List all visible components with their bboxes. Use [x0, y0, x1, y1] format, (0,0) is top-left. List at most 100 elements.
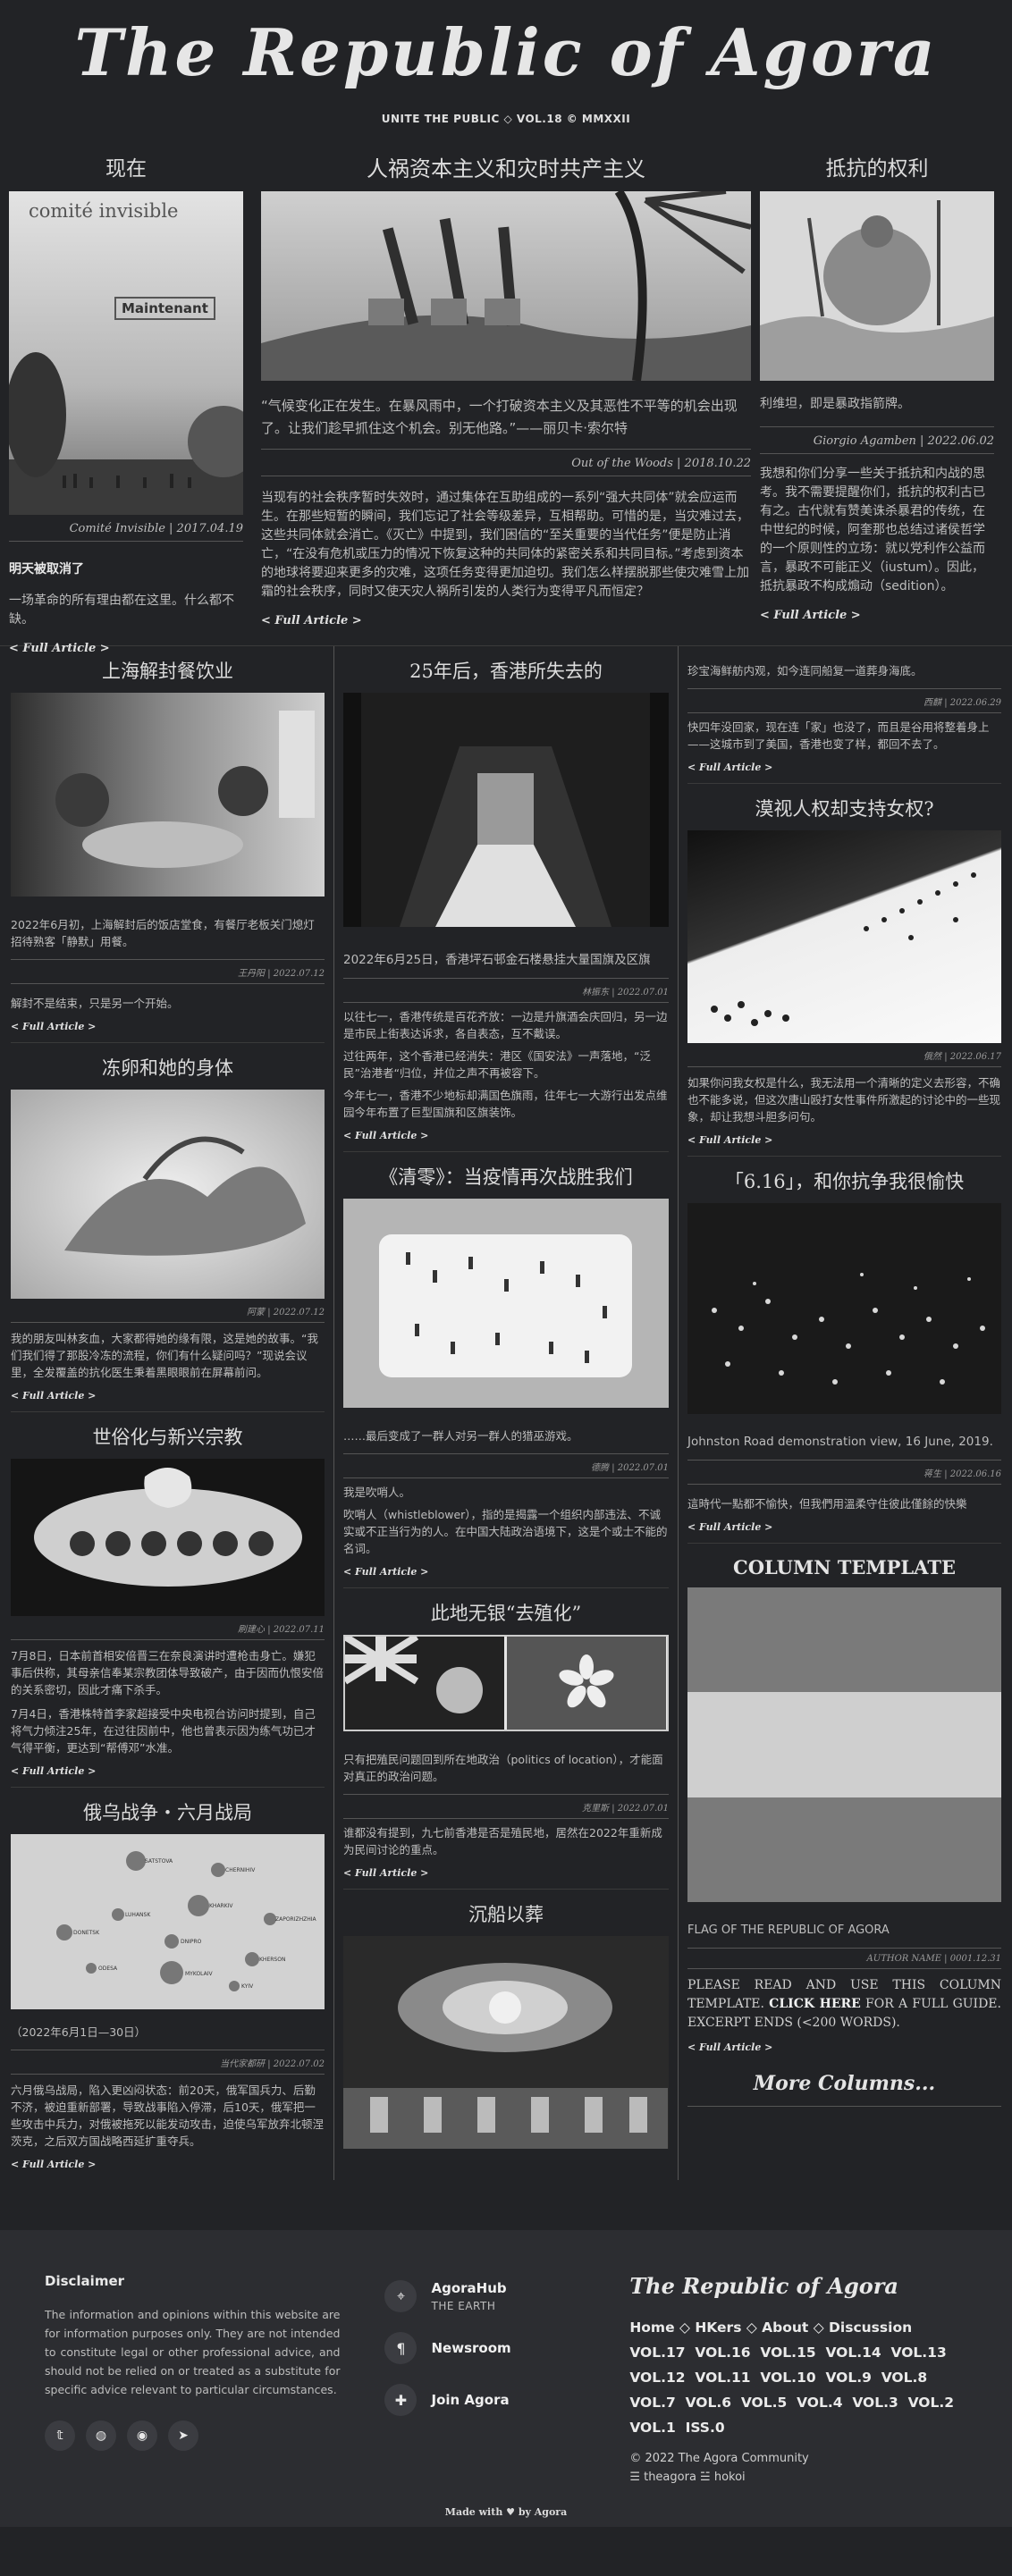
mask-image[interactable]	[343, 1199, 669, 1408]
illustration-image[interactable]	[11, 1090, 325, 1299]
github-icon[interactable]: ◍	[86, 2420, 116, 2451]
article-title[interactable]: 抵抗的权利	[760, 156, 994, 182]
restaurant-scene	[55, 711, 315, 868]
more-columns-link[interactable]: More Columns...	[687, 2072, 1001, 2107]
full-article-link[interactable]: < Full Article >	[11, 1765, 96, 1777]
article-byline: 西麒 | 2022.06.29	[687, 688, 1001, 713]
credit-text[interactable]: ☰ theagora ☱ hokoi	[629, 2468, 967, 2487]
join-agora-link[interactable]: ✚ Join Agora	[384, 2384, 629, 2416]
full-article-link[interactable]: < Full Article >	[11, 1390, 96, 1402]
article-title[interactable]: 《清零》：当疫情再次战胜我们	[343, 1165, 669, 1190]
full-article-link[interactable]: < Full Article >	[760, 609, 861, 622]
article-excerpt-3: 今年七一，香港不少地标却满国色旗雨，往年七一大游行出发点维园今年布置了巨型国旗和…	[343, 1089, 668, 1119]
article-card: 珍宝海鲜舫内观，如今连同船复一道葬身海底。 西麒 | 2022.06.29 快四…	[687, 662, 1001, 784]
guide-link[interactable]: CLICK HERE	[769, 1997, 861, 2011]
full-article-link[interactable]: < Full Article >	[687, 1134, 772, 1146]
flags-image[interactable]	[343, 1635, 669, 1731]
vol-link[interactable]: VOL.14	[825, 2344, 881, 2361]
article-headline[interactable]: 明天被取消了	[9, 560, 243, 577]
article-title[interactable]: 沉船以葬	[343, 1902, 669, 1927]
vol-link[interactable]: VOL.16	[695, 2344, 750, 2361]
article-title[interactable]: 现在	[9, 156, 243, 182]
full-article-link[interactable]: < Full Article >	[343, 1130, 428, 1141]
article-excerpt: 7月8日，日本前首相安倍晋三在奈良演讲时遭枪击身亡。嫌犯事后供称，其母亲信奉某宗…	[11, 1649, 325, 1696]
restaurant-photo[interactable]	[11, 693, 325, 897]
article-image[interactable]	[261, 191, 751, 381]
disclaimer-text: The information and opinions within this…	[45, 2308, 341, 2396]
skulls-image[interactable]	[11, 1459, 325, 1616]
vol-link[interactable]: VOL.11	[695, 2370, 750, 2386]
vol-link[interactable]: VOL.10	[760, 2370, 815, 2386]
full-article-link[interactable]: < Full Article >	[343, 1566, 428, 1578]
footer-brand[interactable]: The Republic of Agora	[629, 2273, 967, 2299]
paragraph-icon: ¶	[384, 2332, 417, 2364]
article-title[interactable]: 人祸资本主义和灾时共产主义	[261, 156, 751, 182]
article-title[interactable]: 此地无银“去殖化”	[343, 1601, 669, 1626]
vol-link[interactable]: VOL.8	[881, 2370, 927, 2386]
vol-link[interactable]: VOL.17	[629, 2344, 685, 2361]
newsroom-link[interactable]: ¶ Newsroom	[384, 2332, 629, 2364]
reddit-icon[interactable]: ◉	[127, 2420, 157, 2451]
article-excerpt: 我想和你们分享一些关于抵抗和内战的思考。我不需要提醒你们，抵抗的权利古已有之。古…	[760, 467, 985, 593]
full-article-link[interactable]: < Full Article >	[11, 2159, 96, 2170]
article-excerpt: 谁都没有提到，九七前香港是否是殖民地，居然在2022年重新成为民间讨论的重点。	[343, 1826, 662, 1856]
article-title[interactable]: 冻卵和她的身体	[11, 1056, 325, 1081]
article-excerpt-2: 吹哨人（whistleblower），指的是揭露一个组织内部违法、不诚实或不正当…	[343, 1508, 668, 1555]
vol-link[interactable]: VOL.9	[825, 2370, 871, 2386]
full-article-link[interactable]: < Full Article >	[687, 2041, 772, 2053]
article-title[interactable]: 上海解封餐饮业	[11, 659, 325, 684]
twitter-icon[interactable]: 𝕥	[45, 2420, 75, 2451]
map-label: ODESA	[98, 1966, 118, 1972]
vol-link[interactable]: VOL.7	[629, 2395, 675, 2411]
map-label: CHERNIHIV	[225, 1867, 256, 1873]
article-excerpt: 如果你问我女权是什么，我无法用一个清晰的定义去形容，不确也不能多说，但这次唐山殴…	[687, 1076, 1001, 1124]
full-article-link[interactable]: < Full Article >	[11, 1021, 96, 1032]
site-footer: Disclaimer The information and opinions …	[0, 2230, 1012, 2527]
full-article-link[interactable]: < Full Article >	[343, 1867, 428, 1879]
tunnel-photo[interactable]	[343, 693, 669, 927]
article-card: 25年后，香港所失去的 2022年6月25日，香港坪石邨金石楼悬挂大量国旗及区旗…	[343, 659, 669, 1152]
site-title[interactable]: The Republic of Agora	[0, 13, 1012, 93]
nav-about[interactable]: About	[762, 2319, 808, 2336]
vol-link[interactable]: VOL.12	[629, 2370, 685, 2386]
article-title[interactable]: 25年后，香港所失去的	[343, 659, 669, 684]
candle-vigil-photo[interactable]	[687, 1203, 1001, 1414]
agora-flag-image[interactable]	[687, 1587, 1001, 1902]
vol-link[interactable]: VOL.3	[852, 2395, 898, 2411]
article-excerpt: 我的朋友叫林亥血，大家都得她的缘有限，这是她的故事。“我们我们得了那股冷冻的流程…	[11, 1332, 318, 1379]
vol-link[interactable]: VOL.4	[797, 2395, 842, 2411]
article-title[interactable]: 世俗化与新兴宗教	[11, 1425, 325, 1450]
war-map-image[interactable]: SATSTOVA CHERNIHIV KHARKIV LUHANSK DONET…	[11, 1834, 325, 2009]
map-label: DONETSK	[73, 1930, 100, 1936]
article-title[interactable]: 俄乌战争・六月战局	[11, 1800, 325, 1825]
vol-link[interactable]: VOL.6	[686, 2395, 731, 2411]
vol-link[interactable]: VOL.13	[891, 2344, 947, 2361]
vol-link[interactable]: VOL.2	[908, 2395, 954, 2411]
full-article-link[interactable]: < Full Article >	[687, 1521, 772, 1533]
article-title[interactable]: 漠视人权却支持女权?	[687, 796, 1001, 821]
nav-hkers[interactable]: HKers	[695, 2319, 741, 2336]
nav-discussion[interactable]: Discussion	[829, 2319, 912, 2336]
nav-home[interactable]: Home	[629, 2319, 674, 2336]
column-template-title[interactable]: COLUMN TEMPLATE	[687, 1556, 1001, 1578]
ship-interior-photo[interactable]	[343, 1936, 669, 2149]
page: The Republic of Agora UNITE THE PUBLIC ◇…	[0, 0, 1012, 2527]
disclaimer-title: Disclaimer	[45, 2273, 125, 2289]
vol-link[interactable]: ISS.0	[686, 2420, 725, 2436]
book-cover-image[interactable]: comité invisible Maintenant	[9, 191, 243, 515]
leviathan-image[interactable]	[760, 191, 994, 381]
article-excerpt-2: 7月4日，香港株特首李家超接受中央电视台访问时提到，自己将气力倾注25年，在过往…	[11, 1707, 316, 1755]
full-article-link[interactable]: < Full Article >	[261, 614, 362, 627]
full-article-link[interactable]: < Full Article >	[687, 762, 772, 773]
vol-link[interactable]: VOL.5	[741, 2395, 787, 2411]
map-label: ZAPORIZHZHIA	[275, 1916, 317, 1923]
article-lead: Johnston Road demonstration view, 16 Jun…	[687, 1435, 993, 1449]
telegram-icon[interactable]: ➤	[168, 2420, 198, 2451]
article-lead: 只有把殖民问题回到所在地政治（politics of location），才能面…	[343, 1753, 663, 1783]
agorahub-link[interactable]: ⌖ AgoraHub THE EARTH	[384, 2280, 629, 2312]
article-byline: Out of the Woods | 2018.10.22	[261, 449, 751, 476]
snow-crowd-photo[interactable]	[687, 830, 1001, 1043]
vol-link[interactable]: VOL.15	[760, 2344, 815, 2361]
article-title[interactable]: 「6.16」，和你抗争我很愉快	[687, 1169, 1001, 1194]
vol-link[interactable]: VOL.1	[629, 2420, 675, 2436]
